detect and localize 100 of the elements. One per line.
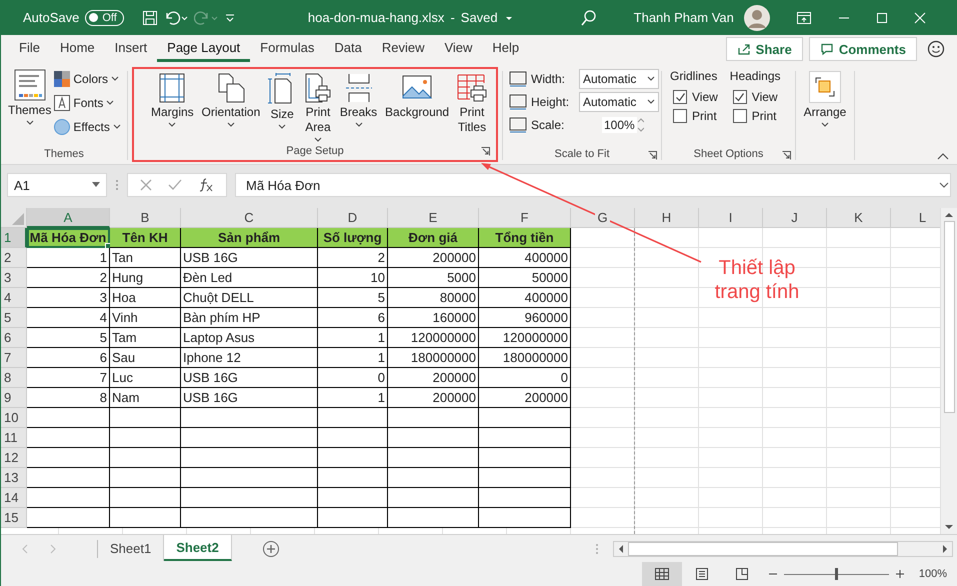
table-cell[interactable]: 120000000 (388, 328, 479, 348)
table-cell[interactable]: 6 (27, 348, 110, 368)
ribbon-tab[interactable]: View (434, 36, 482, 62)
dialog-launcher-icon[interactable] (782, 151, 791, 160)
expand-icon[interactable] (939, 182, 949, 188)
column-header[interactable]: F (479, 208, 571, 228)
theme-option-button[interactable]: Fonts (54, 93, 121, 113)
table-cell[interactable]: 200000 (388, 368, 479, 388)
save-status[interactable]: Saved (460, 10, 498, 25)
table-cell[interactable]: 10 (318, 268, 388, 288)
zoom-slider-thumb[interactable] (835, 568, 838, 580)
table-cell[interactable]: USB 16G (181, 248, 318, 268)
sheet-tab[interactable]: Sheet2 (164, 535, 232, 561)
table-cell[interactable]: 200000 (388, 248, 479, 268)
name-box[interactable]: A1 (7, 173, 107, 197)
theme-option-button[interactable]: Colors (54, 69, 121, 89)
row-header[interactable]: 2 (1, 248, 27, 268)
table-cell[interactable]: Luc (110, 368, 181, 388)
scroll-right-icon[interactable] (942, 544, 948, 552)
column-header[interactable]: J (763, 208, 827, 228)
share-button[interactable]: Share (726, 37, 803, 61)
spinner-arrows-icon[interactable] (636, 116, 644, 134)
zoom-in-icon[interactable] (894, 569, 905, 579)
avatar-icon[interactable] (744, 4, 770, 30)
table-cell[interactable]: 1 (27, 248, 110, 268)
formula-input[interactable]: Mã Hóa Đơn (235, 173, 951, 197)
ribbon-tab[interactable]: Help (482, 36, 530, 62)
row-header[interactable]: 15 (1, 508, 27, 528)
column-header[interactable]: D (318, 208, 388, 228)
checkbox[interactable]: View (670, 90, 718, 104)
table-cell[interactable]: 5000 (388, 268, 479, 288)
column-header[interactable]: C (181, 208, 318, 228)
save-icon[interactable] (142, 10, 158, 26)
table-cell[interactable]: 960000 (479, 308, 571, 328)
horizontal-scrollbar[interactable] (613, 540, 953, 556)
table-cell[interactable]: Tam (110, 328, 181, 348)
row-header[interactable]: 12 (1, 448, 27, 468)
collapse-ribbon-icon[interactable] (937, 152, 949, 160)
themes-button[interactable]: Themes (5, 69, 54, 126)
table-cell[interactable]: 3 (27, 288, 110, 308)
smiley-icon[interactable] (927, 40, 945, 58)
row-header[interactable]: 3 (1, 268, 27, 288)
table-cell[interactable]: 180000000 (479, 348, 571, 368)
ribbon-tab[interactable]: Review (372, 36, 434, 62)
arrange-button[interactable]: Arrange (800, 71, 850, 128)
header-cell[interactable]: Tên KH (110, 228, 181, 248)
ribbon-tab[interactable]: Formulas (250, 36, 324, 62)
table-cell[interactable]: 5 (318, 288, 388, 308)
close-icon[interactable] (914, 12, 926, 24)
row-header[interactable]: 13 (1, 468, 27, 488)
column-header[interactable]: H (635, 208, 699, 228)
table-cell[interactable]: 400000 (479, 288, 571, 308)
table-cell[interactable]: 8 (27, 388, 110, 408)
drag-handle-icon[interactable] (115, 178, 119, 192)
page-setup-button[interactable]: Print Area (300, 73, 335, 143)
column-header[interactable]: I (699, 208, 763, 228)
table-cell[interactable]: Bàn phím HP (181, 308, 318, 328)
dialog-launcher-icon[interactable] (481, 147, 490, 156)
ribbon-tab[interactable]: Data (324, 36, 372, 62)
dropdown-field[interactable]: Automatic (579, 92, 659, 112)
row-header[interactable]: 6 (1, 328, 27, 348)
row-header[interactable]: 14 (1, 488, 27, 508)
row-header[interactable]: 4 (1, 288, 27, 308)
header-cell[interactable]: Tổng tiền (479, 228, 571, 248)
table-cell[interactable]: Sau (110, 348, 181, 368)
ribbon-tab[interactable]: File (9, 36, 50, 62)
checkbox-box[interactable] (673, 109, 687, 123)
checkbox[interactable]: View (730, 90, 780, 104)
table-cell[interactable]: Hoa (110, 288, 181, 308)
page-setup-button[interactable]: Background (382, 73, 452, 120)
autosave-toggle[interactable]: Off (85, 10, 124, 26)
scroll-up-icon[interactable] (945, 212, 953, 218)
checkbox-box[interactable] (732, 90, 747, 104)
row-header[interactable]: 10 (1, 408, 27, 428)
search-icon[interactable] (580, 8, 598, 26)
view-button[interactable] (642, 562, 682, 586)
row-header[interactable]: 1 (1, 228, 27, 248)
row-header[interactable]: 5 (1, 308, 27, 328)
maximize-icon[interactable] (876, 12, 888, 24)
ribbon-tab[interactable]: Insert (104, 36, 158, 62)
table-cell[interactable]: Iphone 12 (181, 348, 318, 368)
table-cell[interactable]: Chuột DELL (181, 288, 318, 308)
page-setup-button[interactable]: Print Titles (454, 73, 490, 135)
table-cell[interactable]: 160000 (388, 308, 479, 328)
zoom-level[interactable]: 100% (918, 568, 947, 580)
column-header[interactable]: L (891, 208, 940, 228)
table-cell[interactable]: 6 (318, 308, 388, 328)
ribbon-tab[interactable]: Home (50, 36, 105, 62)
column-header[interactable]: B (110, 208, 181, 228)
undo-icon[interactable] (164, 10, 188, 26)
page-setup-button[interactable]: Margins (148, 73, 197, 128)
column-header[interactable]: E (388, 208, 479, 228)
table-cell[interactable]: 2 (27, 268, 110, 288)
table-cell[interactable]: 400000 (479, 248, 571, 268)
table-cell[interactable]: Đèn Led (181, 268, 318, 288)
check-icon[interactable] (168, 179, 182, 191)
table-cell[interactable]: 5 (27, 328, 110, 348)
table-cell[interactable]: Nam (110, 388, 181, 408)
table-cell[interactable]: 1 (318, 328, 388, 348)
header-cell[interactable]: Số lượng (318, 228, 388, 248)
